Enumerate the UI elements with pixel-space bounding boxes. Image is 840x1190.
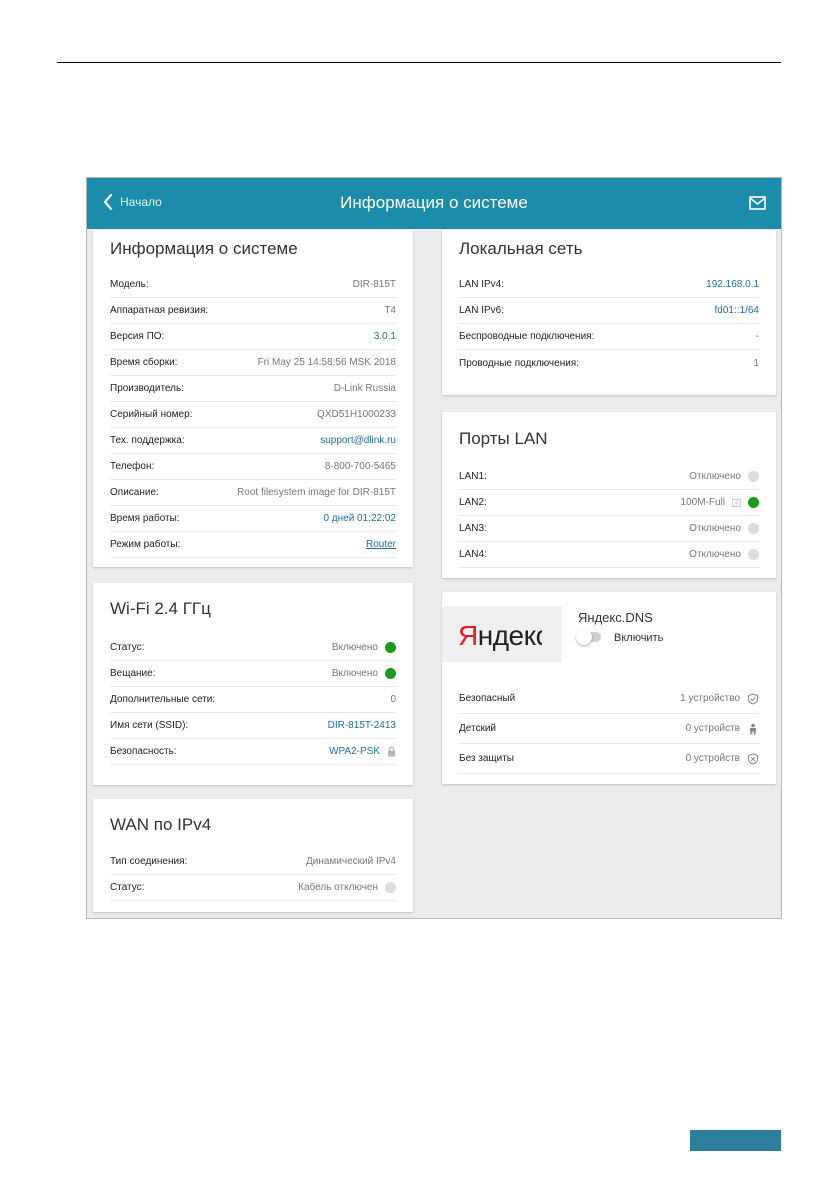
port-row-lan2: LAN2: 100M-Full (459, 490, 759, 516)
yandex-row-unprotected: Без защиты 0 устройств (459, 744, 759, 774)
info-row-description: Описание: Root filesystem image for DIR-8… (110, 480, 396, 506)
page-title: Информация о системе (340, 193, 528, 212)
info-row-phone: Телефон: 8-800-700-5465 (110, 454, 396, 480)
status-on-indicator (385, 668, 396, 679)
wifi-row-security: Безопасность: WPA2-PSK (110, 739, 396, 765)
support-email-link[interactable]: support@dlink.ru (320, 435, 396, 446)
lan-title: Локальная сеть (459, 239, 583, 258)
info-row-firmware: Версия ПО: 3.0.1 (110, 324, 396, 350)
status-off-indicator (748, 471, 759, 482)
yandex-row-safe: Безопасный 1 устройство (459, 684, 759, 714)
info-row-vendor: Производитель: D-Link Russia (110, 376, 396, 402)
mode-link[interactable]: Router (366, 539, 396, 550)
port-row-lan4: LAN4: Отключено (459, 542, 759, 568)
firmware-link[interactable]: 3.0.1 (374, 331, 396, 342)
cable-icon (732, 498, 741, 507)
wan-row-type: Тип соединения: Динамический IPv4 (110, 849, 396, 875)
shield-check-icon (748, 692, 758, 705)
top-rule (57, 62, 781, 63)
wifi-title: Wi-Fi 2.4 ГГц (110, 599, 211, 618)
uptime-value: 0 дней 01:22:02 (323, 513, 396, 524)
lan-row-ipv4: LAN IPv4: 192.168.0.1 (459, 272, 759, 298)
wan-row-status: Статус: Кабель отключен (110, 875, 396, 901)
status-on-indicator (385, 642, 396, 653)
info-row-mode: Режим работы: Router (110, 532, 396, 558)
security-link[interactable]: WPA2-PSK (329, 746, 380, 757)
wan-title: WAN по IPv4 (110, 815, 212, 834)
yandex-logo: Яндекс (458, 620, 550, 651)
lan-row-wired: Проводные подключения: 1 (459, 357, 759, 369)
yandex-dns-card: Яндекс Яндекс.DNS Включить Безопасный 1 у… (442, 592, 776, 784)
lan-card: Локальная сеть LAN IPv4: 192.168.0.1 LAN … (442, 230, 776, 395)
status-on-indicator (748, 497, 759, 508)
lock-icon (388, 746, 395, 757)
lan-ipv4-link[interactable]: 192.168.0.1 (706, 279, 759, 290)
shield-cross-icon (748, 752, 758, 765)
lan-ports-card: Порты LAN LAN1: Отключено LAN2: 100M-Full … (442, 412, 776, 578)
info-row-support: Тех. поддержка: support@dlink.ru (110, 428, 396, 454)
info-row-hw-revision: Аппаратная ревизия: T4 (110, 298, 396, 324)
system-info-card: Информация о системе Модель: DIR-815T Апп… (93, 230, 413, 567)
yandex-dns-title: Яндекс.DNS (578, 610, 653, 625)
router-web-interface: Начало Информация о системе Информация о… (86, 177, 782, 919)
lan-ipv6-link[interactable]: fd01::1/64 (715, 305, 759, 316)
yandex-enable-label: Включить (614, 632, 664, 644)
info-row-serial: Серийный номер: QXD51H1000233 (110, 402, 396, 428)
page-header: Начало Информация о системе (87, 178, 781, 229)
wifi-row-ssid: Имя сети (SSID): DIR-815T-2413 (110, 713, 396, 739)
mail-icon[interactable] (749, 196, 766, 210)
page-number-badge (690, 1130, 781, 1151)
lan-row-wireless: Беспроводные подключения: - (459, 324, 759, 350)
system-info-title: Информация о системе (110, 239, 298, 258)
wifi-card: Wi-Fi 2.4 ГГц Статус: Включено Вещание: Вк… (93, 583, 413, 785)
yandex-dns-toggle[interactable] (576, 629, 601, 645)
ssid-link[interactable]: DIR-815T-2413 (328, 720, 396, 731)
lan-row-ipv6: LAN IPv6: fd01::1/64 (459, 298, 759, 324)
port-row-lan3: LAN3: Отключено (459, 516, 759, 542)
yandex-banner: Яндекс (442, 606, 562, 662)
ports-title: Порты LAN (459, 429, 548, 448)
wifi-row-extra-networks: Дополнительные сети: 0 (110, 687, 396, 713)
info-row-model: Модель: DIR-815T (110, 272, 396, 298)
yandex-row-kids: Детский 0 устройств (459, 714, 759, 744)
status-off-indicator (748, 523, 759, 534)
status-off-indicator (385, 882, 396, 893)
wifi-row-broadcast: Вещание: Включено (110, 661, 396, 687)
child-icon (750, 723, 756, 734)
info-row-build-time: Время сборки: Fri May 25 14:58:56 MSK 201… (110, 350, 396, 376)
info-row-uptime: Время работы: 0 дней 01:22:02 (110, 506, 396, 532)
port-row-lan1: LAN1: Отключено (459, 464, 759, 490)
wifi-row-status: Статус: Включено (110, 635, 396, 661)
status-off-indicator (748, 549, 759, 560)
wan-card: WAN по IPv4 Тип соединения: Динамический … (93, 799, 413, 912)
